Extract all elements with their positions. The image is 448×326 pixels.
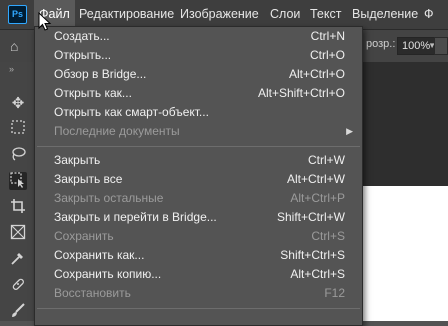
document-canvas[interactable] [360, 186, 448, 321]
menu-item-shortcut: Shift+Ctrl+W [276, 210, 345, 224]
mouse-cursor-icon [38, 12, 52, 31]
healing-brush-icon[interactable] [9, 276, 27, 294]
menu-item-label: Закрыть остальные [54, 191, 164, 205]
marquee-icon[interactable] [9, 120, 27, 138]
menu-item-open-as[interactable]: Открыть как... Alt+Shift+Ctrl+O [35, 84, 362, 103]
menu-item-label: Сохранить копию... [54, 267, 162, 281]
menu-item-save-as[interactable]: Сохранить как... Shift+Ctrl+S [35, 246, 362, 265]
menu-type[interactable]: Текст [305, 0, 346, 29]
photoshop-logo[interactable]: Ps [8, 5, 27, 24]
file-menu-dropdown: Создать... Ctrl+N Открыть... Ctrl+O Обзо… [34, 26, 363, 326]
menu-item-label: Создать... [54, 29, 110, 43]
menu-item-new[interactable]: Создать... Ctrl+N [35, 27, 362, 46]
menu-select[interactable]: Выделение [347, 0, 423, 29]
menu-item-revert[interactable]: Восстановить F12 [35, 284, 362, 303]
crop-icon[interactable] [9, 198, 27, 216]
zoom-value: 100% [402, 40, 431, 52]
brush-icon[interactable] [9, 302, 27, 320]
tools-panel: » ✥ [0, 62, 36, 321]
menu-item-label: Обзор в Bridge... [54, 67, 147, 81]
menu-item-label: Открыть... [54, 48, 112, 62]
menu-item-close-all[interactable]: Закрыть все Alt+Ctrl+W [35, 170, 362, 189]
menu-item-shortcut: Alt+Ctrl+S [290, 267, 345, 281]
menu-item-shortcut: Ctrl+W [308, 153, 345, 167]
menu-item-close-go-bridge[interactable]: Закрыть и перейти в Bridge... Shift+Ctrl… [35, 208, 362, 227]
menu-item-shortcut: F12 [324, 286, 345, 300]
menu-item-shortcut: Alt+Shift+Ctrl+O [257, 86, 345, 100]
zoom-label: розр.: [366, 38, 396, 50]
eyedropper-icon[interactable] [9, 250, 27, 268]
menu-item-recent-documents[interactable]: Последние документы ▶ [35, 122, 362, 141]
menu-item-label: Восстановить [54, 286, 131, 300]
menu-item-shortcut: Ctrl+N [310, 29, 345, 43]
collapse-panel-icon[interactable]: » [9, 64, 14, 74]
menu-item-label: Сохранить как... [54, 248, 145, 262]
home-icon[interactable]: ⌂ [10, 38, 26, 54]
menu-separator [37, 146, 360, 147]
menu-item-shortcut: Ctrl+S [311, 229, 345, 243]
chevron-right-icon: ▶ [346, 126, 353, 136]
menu-item-shortcut: Ctrl+O [309, 48, 345, 62]
menu-item-label: Последние документы [54, 124, 180, 138]
menu-item-shortcut: Shift+Ctrl+S [280, 248, 345, 262]
move-icon[interactable]: ✥ [9, 95, 27, 113]
menu-item-save-copy[interactable]: Сохранить копию... Alt+Ctrl+S [35, 265, 362, 284]
menu-item-browse-bridge[interactable]: Обзор в Bridge... Alt+Ctrl+O [35, 65, 362, 84]
menu-separator [37, 308, 360, 309]
frame-icon[interactable] [9, 224, 27, 242]
menu-item-label: Открыть как... [54, 86, 132, 100]
menu-item-shortcut: Alt+Ctrl+O [288, 67, 345, 81]
menu-item-close-others[interactable]: Закрыть остальные Alt+Ctrl+P [35, 189, 362, 208]
menu-item-label: Закрыть и перейти в Bridge... [54, 210, 217, 224]
lasso-icon[interactable] [9, 146, 27, 164]
menu-item-close[interactable]: Закрыть Ctrl+W [35, 151, 362, 170]
menu-edit[interactable]: Редактирование [74, 0, 179, 29]
menu-item-shortcut: Alt+Ctrl+P [290, 191, 345, 205]
menu-item-open[interactable]: Открыть... Ctrl+O [35, 46, 362, 65]
menu-filter[interactable]: Ф [419, 0, 439, 29]
menu-item-open-smart-object[interactable]: Открыть как смарт-объект... [35, 103, 362, 122]
menu-item-label: Сохранить [54, 229, 114, 243]
menu-image[interactable]: Изображение [175, 0, 264, 29]
menu-item-label: Закрыть все [54, 172, 123, 186]
menu-item-shortcut: Alt+Ctrl+W [286, 172, 345, 186]
object-select-icon[interactable] [9, 172, 27, 190]
menu-layers[interactable]: Слои [265, 0, 305, 29]
menu-item-save[interactable]: Сохранить Ctrl+S [35, 227, 362, 246]
menu-item-label: Открыть как смарт-объект... [54, 105, 209, 119]
menu-item-label: Закрыть [54, 153, 101, 167]
options-button[interactable] [434, 37, 448, 55]
